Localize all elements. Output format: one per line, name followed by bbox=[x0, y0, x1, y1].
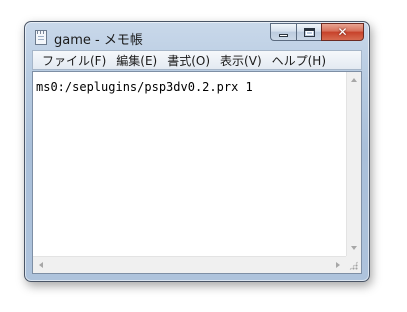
scroll-down-icon[interactable] bbox=[351, 246, 357, 250]
close-icon: ✕ bbox=[337, 25, 348, 39]
maximize-button[interactable] bbox=[296, 23, 321, 41]
menu-format[interactable]: 書式(O) bbox=[162, 52, 215, 69]
caption-buttons: ✕ bbox=[270, 23, 364, 42]
menu-file[interactable]: ファイル(F) bbox=[37, 52, 111, 69]
menu-bar: ファイル(F) 編集(E) 書式(O) 表示(V) ヘルプ(H) bbox=[32, 50, 362, 70]
notepad-icon[interactable] bbox=[35, 30, 47, 45]
editor-text[interactable]: ms0:/seplugins/psp3dv0.2.prx 1 bbox=[36, 80, 253, 94]
title-bar[interactable]: game - メモ帳 ✕ bbox=[25, 22, 369, 49]
minimize-button[interactable] bbox=[270, 23, 296, 41]
window-title: game - メモ帳 bbox=[54, 33, 143, 48]
resize-grip-icon[interactable] bbox=[346, 256, 361, 273]
menu-help[interactable]: ヘルプ(H) bbox=[267, 52, 331, 69]
notepad-window: game - メモ帳 ✕ ファイル(F) 編集(E) 書式(O) 表示(V) ヘ… bbox=[24, 21, 370, 282]
horizontal-scrollbar[interactable] bbox=[33, 256, 346, 273]
scroll-left-icon[interactable] bbox=[39, 262, 43, 268]
menu-view[interactable]: 表示(V) bbox=[215, 52, 267, 69]
maximize-icon bbox=[304, 28, 315, 37]
vertical-scrollbar[interactable] bbox=[346, 72, 361, 256]
text-editor[interactable]: ms0:/seplugins/psp3dv0.2.prx 1 bbox=[32, 71, 362, 274]
close-button[interactable]: ✕ bbox=[321, 23, 364, 41]
minimize-icon bbox=[279, 34, 288, 37]
menu-edit[interactable]: 編集(E) bbox=[111, 52, 162, 69]
scroll-up-icon[interactable] bbox=[351, 78, 357, 82]
scroll-right-icon[interactable] bbox=[336, 262, 340, 268]
